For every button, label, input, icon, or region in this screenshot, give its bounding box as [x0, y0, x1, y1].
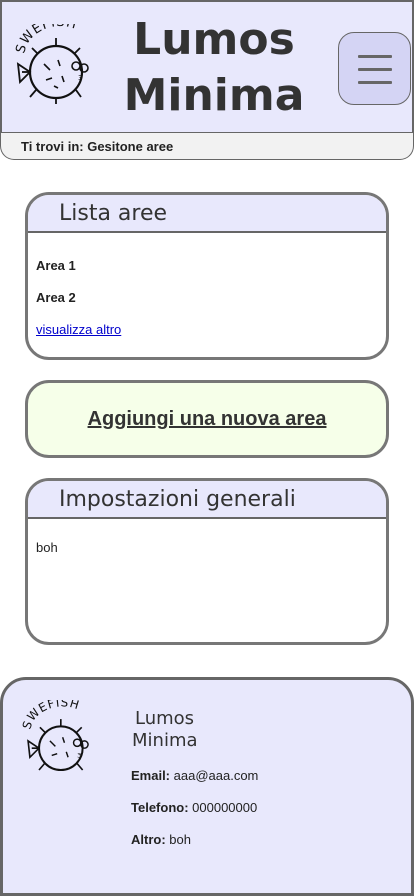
footer-app-title: Lumos Minima	[132, 708, 252, 752]
svg-text:3: 3	[78, 74, 82, 82]
add-area-button[interactable]: Aggiungi una nuova area	[25, 380, 389, 458]
footer-email: Email: aaa@aaa.com	[131, 767, 258, 785]
app-title: Lumos Minima	[114, 12, 314, 124]
footer-other-value: boh	[165, 832, 191, 847]
areas-list: Area 1 Area 2 visualizza altro	[28, 233, 386, 353]
footer-other-label: Altro:	[131, 832, 166, 847]
areas-card-title: Lista aree	[28, 195, 386, 233]
swefish-logo: 3 SWEFISH	[14, 24, 89, 104]
svg-text:SWEFISH: SWEFISH	[19, 700, 81, 731]
settings-card-body: boh	[28, 519, 386, 571]
areas-card: Lista aree Area 1 Area 2 visualizza altr…	[25, 192, 389, 360]
swefish-logo-footer: 3 SWEFISH	[19, 700, 89, 772]
area-item-1[interactable]: Area 1	[36, 257, 378, 289]
footer-title-line1: Lumos	[135, 708, 195, 729]
app-title-line1: Lumos	[133, 14, 295, 65]
area-item-2[interactable]: Area 2	[36, 289, 378, 321]
footer-phone-value: 000000000	[188, 800, 258, 815]
show-more-link[interactable]: visualizza altro	[36, 322, 121, 337]
add-area-label: Aggiungi una nuova area	[87, 408, 327, 430]
footer-phone: Telefono: 000000000	[131, 799, 257, 817]
app-title-line2: Minima	[123, 70, 305, 121]
footer-email-value: aaa@aaa.com	[170, 768, 259, 783]
footer-title-line2: Minima	[132, 730, 198, 751]
settings-card: Impostazioni generali boh	[25, 478, 389, 645]
svg-text:3: 3	[77, 752, 81, 759]
settings-card-title: Impostazioni generali	[28, 481, 386, 519]
menu-button[interactable]	[338, 32, 411, 105]
footer-phone-label: Telefono:	[131, 800, 189, 815]
settings-text: boh	[36, 540, 58, 555]
app-header: 3 SWEFISH Lumos Minima	[0, 0, 414, 133]
breadcrumb: Ti trovi in: Gesitone aree	[0, 133, 414, 160]
footer-other: Altro: boh	[131, 831, 191, 849]
footer-email-label: Email:	[131, 768, 171, 783]
footer: 3 SWEFISH Lumos Minima Email: aaa@aaa.co…	[0, 677, 414, 896]
